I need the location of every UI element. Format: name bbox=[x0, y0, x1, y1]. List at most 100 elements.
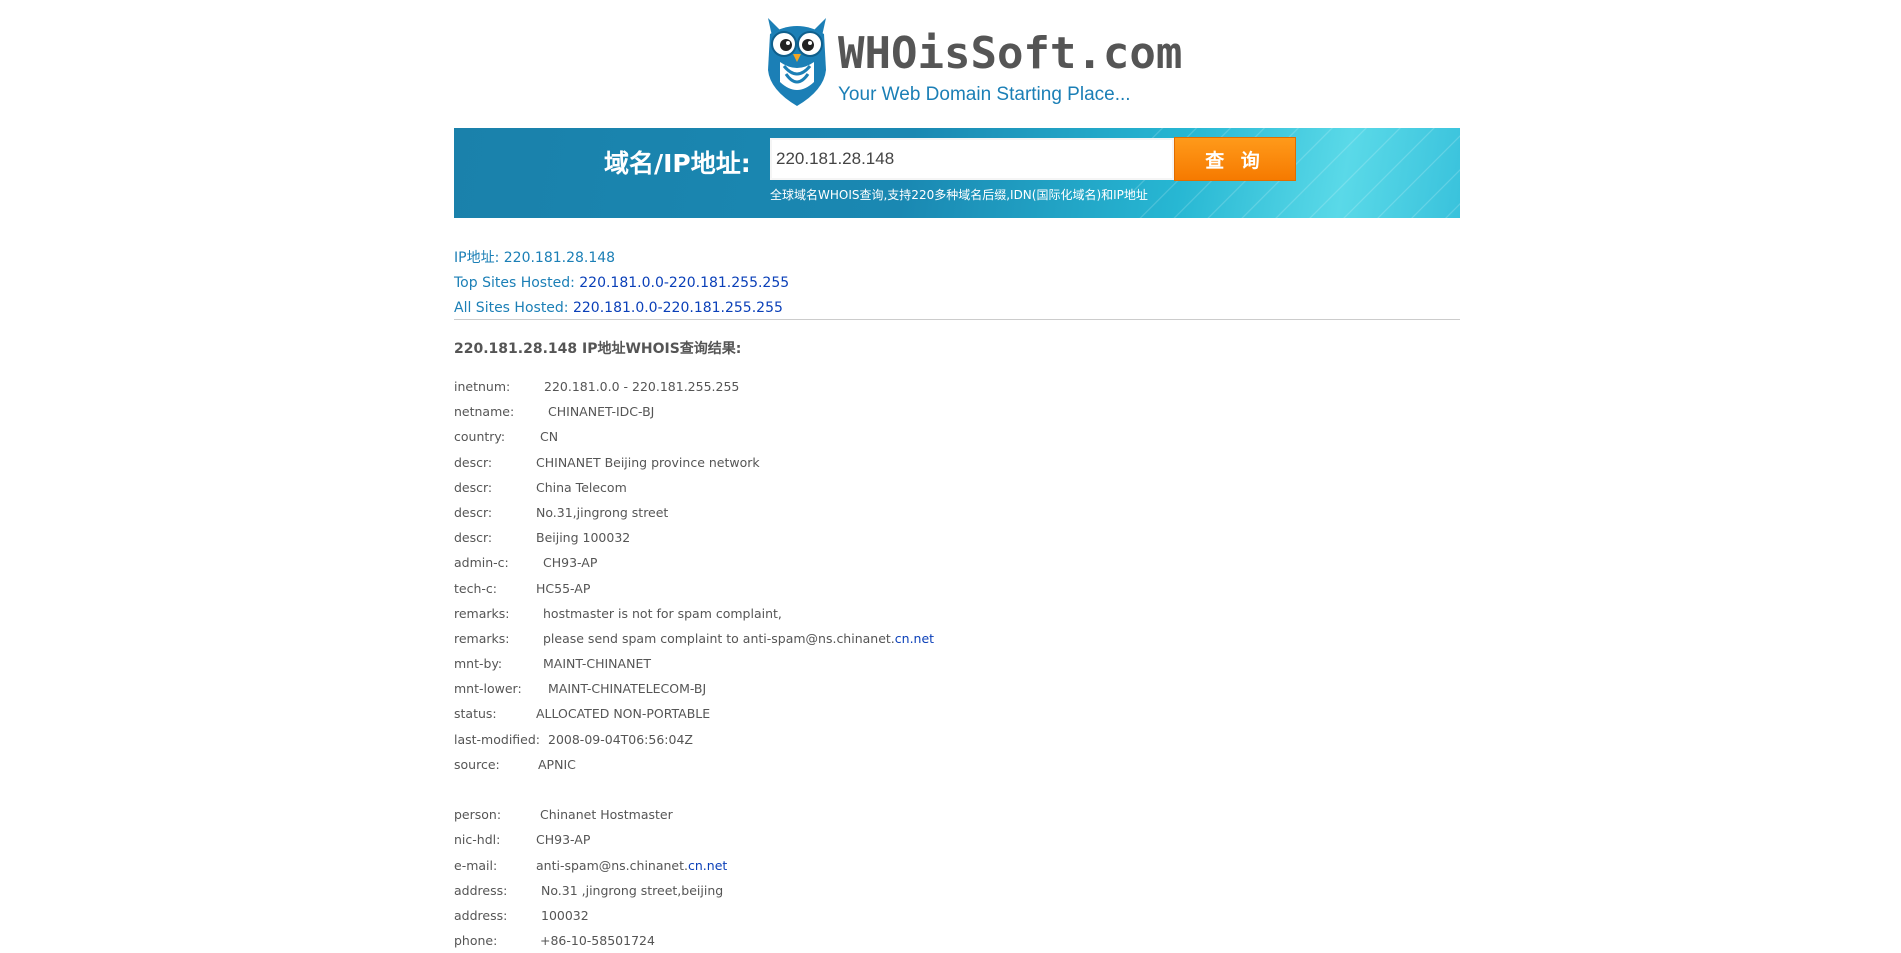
top-sites-label: Top Sites Hosted: bbox=[454, 275, 575, 291]
whois-value-text: hostmaster is not for spam complaint, bbox=[543, 605, 782, 621]
whois-row: inetnum: 220.181.0.0 - 220.181.255.255 bbox=[454, 374, 1460, 399]
search-button[interactable]: 查 询 bbox=[1174, 137, 1296, 181]
owl-logo-icon bbox=[768, 18, 826, 106]
search-label: 域名/IP地址: bbox=[604, 149, 751, 178]
whois-value: 220.181.0.0 - 220.181.255.255 bbox=[544, 374, 739, 399]
whois-value: 2008-09-04T06:56:04Z bbox=[548, 727, 693, 752]
whois-row: phone: +86-10-58501724 bbox=[454, 928, 1460, 953]
whois-key: descr: bbox=[454, 530, 493, 546]
whois-value: Beijing 100032 bbox=[536, 525, 630, 550]
divider bbox=[454, 319, 1460, 320]
whois-row: e-mail: anti-spam@ns.chinanet.cn.net bbox=[454, 853, 1460, 878]
top-sites-line: Top Sites Hosted: 220.181.0.0-220.181.25… bbox=[454, 271, 1460, 296]
whois-key: person: bbox=[454, 807, 502, 823]
whois-value-text: China Telecom bbox=[536, 479, 627, 495]
whois-key: descr: bbox=[454, 454, 493, 470]
whois-value-text: 220.181.0.0 - 220.181.255.255 bbox=[544, 379, 740, 394]
whois-value: CH93-AP bbox=[543, 550, 597, 575]
whois-value-text: anti-spam@ns.chinanet. bbox=[536, 857, 688, 873]
whois-key: netname: bbox=[454, 404, 515, 420]
whois-gap bbox=[454, 777, 1460, 802]
whois-row: person: Chinanet Hostmaster bbox=[454, 802, 1460, 827]
whois-row: address: No.31 ,jingrong street,beijing bbox=[454, 878, 1460, 903]
whois-row: remarks: hostmaster is not for spam compl… bbox=[454, 601, 1460, 626]
whois-value-text: HC55-AP bbox=[536, 580, 591, 596]
whois-value: MAINT-CHINANET bbox=[543, 651, 651, 676]
whois-value-text: CH93-AP bbox=[543, 555, 598, 571]
whois-value: Chinanet Hostmaster bbox=[540, 802, 673, 827]
whois-key: address: bbox=[454, 907, 508, 923]
whois-value: CHINANET Beijing province network bbox=[536, 450, 760, 475]
whois-row: descr: China Telecom bbox=[454, 475, 1460, 500]
whois-value: HC55-AP bbox=[536, 576, 590, 601]
whois-value-text: Chinanet Hostmaster bbox=[540, 807, 673, 823]
whois-value-text: CHINANET-IDC-BJ bbox=[548, 404, 655, 420]
whois-value-text: +86-10-58501724 bbox=[540, 933, 655, 949]
whois-key: nic-hdl: bbox=[454, 832, 501, 848]
whois-value-text: 100032 bbox=[541, 907, 589, 923]
whois-value-text: No.31,jingrong street bbox=[536, 504, 669, 520]
search-hint: 全球域名WHOIS查询,支持220多种域名后缀,IDN(国际化域名)和IP地址 bbox=[770, 188, 1148, 202]
whois-key: descr: bbox=[454, 504, 493, 520]
whois-value: China Telecom bbox=[536, 475, 627, 500]
whois-value: CN bbox=[540, 424, 558, 449]
all-sites-link[interactable]: 220.181.0.0-220.181.255.255 bbox=[573, 300, 783, 316]
whois-key: remarks: bbox=[454, 605, 510, 621]
whois-row: mnt-by: MAINT-CHINANET bbox=[454, 651, 1460, 676]
whois-row: source: APNIC bbox=[454, 752, 1460, 777]
whois-row: descr: Beijing 100032 bbox=[454, 525, 1460, 550]
whois-value: CH93-AP bbox=[536, 827, 590, 852]
whois-value: +86-10-58501724 bbox=[540, 928, 655, 953]
whois-value-text: APNIC bbox=[538, 756, 576, 772]
whois-key: country: bbox=[454, 429, 506, 445]
whois-row: remarks: please send spam complaint to an… bbox=[454, 626, 1460, 651]
whois-value-text: ALLOCATED NON-PORTABLE bbox=[536, 706, 711, 722]
logo-tagline: Your Web Domain Starting Place... bbox=[838, 84, 1131, 105]
whois-row: last-modified: 2008-09-04T06:56:04Z bbox=[454, 727, 1460, 752]
whois-key: source: bbox=[454, 756, 500, 772]
whois-key: status: bbox=[454, 706, 497, 722]
all-sites-line: All Sites Hosted: 220.181.0.0-220.181.25… bbox=[454, 296, 1460, 321]
whois-row: address: 100032 bbox=[454, 903, 1460, 928]
top-sites-link[interactable]: 220.181.0.0-220.181.255.255 bbox=[579, 275, 789, 291]
all-sites-label: All Sites Hosted: bbox=[454, 300, 569, 316]
whois-record: inetnum: 220.181.0.0 - 220.181.255.255 net… bbox=[454, 374, 1460, 953]
whois-key: last-modified: bbox=[454, 731, 540, 747]
search-banner: 域名/IP地址: 查 询 全球域名WHOIS查询,支持220多种域名后缀,IDN… bbox=[454, 128, 1460, 218]
whois-row: tech-c: HC55-AP bbox=[454, 576, 1460, 601]
ip-info: IP地址: 220.181.28.148 Top Sites Hosted: 2… bbox=[454, 246, 1460, 321]
search-input[interactable] bbox=[770, 138, 1174, 180]
whois-key: inetnum: bbox=[454, 379, 511, 394]
whois-row: nic-hdl: CH93-AP bbox=[454, 827, 1460, 852]
whois-value: APNIC bbox=[538, 752, 576, 777]
whois-key: e-mail: bbox=[454, 857, 498, 873]
whois-row: status: ALLOCATED NON-PORTABLE bbox=[454, 701, 1460, 726]
whois-value: please send spam complaint to anti-spam@… bbox=[543, 626, 934, 651]
ip-address-label: IP地址: bbox=[454, 250, 500, 266]
whois-row: country: CN bbox=[454, 424, 1460, 449]
whois-key: address: bbox=[454, 882, 508, 898]
logo-wordmark: WHOisSoft.com bbox=[838, 28, 1183, 79]
whois-value: MAINT-CHINATELECOM-BJ bbox=[548, 676, 706, 701]
whois-value-text: CN bbox=[540, 429, 559, 445]
whois-value: 100032 bbox=[541, 903, 589, 928]
whois-value: anti-spam@ns.chinanet.cn.net bbox=[536, 853, 727, 878]
site-logo[interactable]: WHOisSoft.com Your Web Domain Starting P… bbox=[762, 12, 1182, 112]
whois-value-text: MAINT-CHINANET bbox=[543, 656, 651, 672]
whois-key: phone: bbox=[454, 933, 498, 949]
whois-key: tech-c: bbox=[454, 580, 497, 596]
whois-row: mnt-lower: MAINT-CHINATELECOM-BJ bbox=[454, 676, 1460, 701]
whois-key: admin-c: bbox=[454, 555, 509, 571]
whois-domain-link[interactable]: cn.net bbox=[895, 631, 934, 646]
whois-row: admin-c: CH93-AP bbox=[454, 550, 1460, 575]
whois-value-text: No.31 ,jingrong street,beijing bbox=[541, 882, 724, 898]
whois-value-text: CHINANET Beijing province network bbox=[536, 454, 760, 470]
whois-value: hostmaster is not for spam complaint, bbox=[543, 601, 782, 626]
whois-value-text: CH93-AP bbox=[536, 832, 591, 848]
whois-domain-link[interactable]: cn.net bbox=[688, 858, 727, 873]
whois-row: descr: No.31,jingrong street bbox=[454, 500, 1460, 525]
whois-value: No.31,jingrong street bbox=[536, 500, 668, 525]
ip-address-line: IP地址: 220.181.28.148 bbox=[454, 246, 1460, 271]
whois-value: CHINANET-IDC-BJ bbox=[548, 399, 654, 424]
whois-key: remarks: bbox=[454, 630, 510, 646]
